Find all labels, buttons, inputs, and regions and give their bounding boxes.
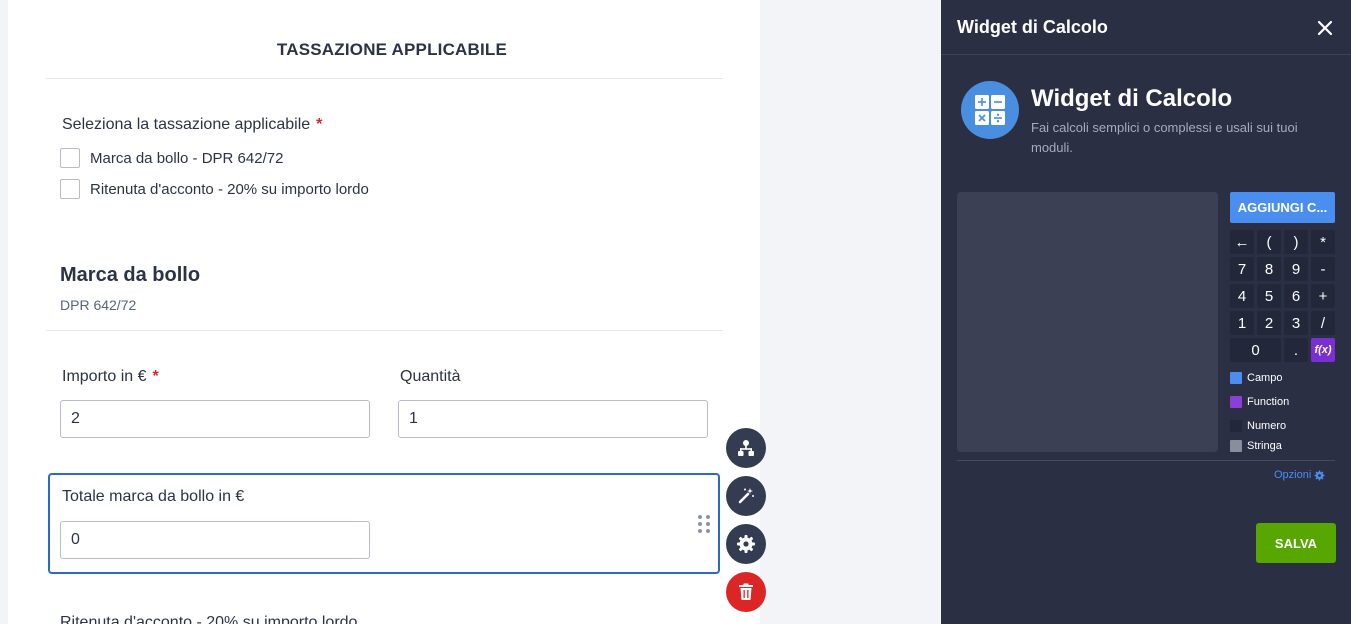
- key-function[interactable]: f(x): [1311, 338, 1335, 362]
- legend-swatch: [1230, 396, 1242, 408]
- checkbox-marca-bollo[interactable]: [60, 148, 80, 168]
- divider: [46, 78, 723, 79]
- key-minus[interactable]: -: [1311, 257, 1335, 281]
- delete-button[interactable]: [726, 572, 766, 612]
- amount-label-text: Importo in €: [62, 368, 147, 385]
- option-label: Ritenuta d'acconto - 20% su importo lord…: [90, 180, 369, 198]
- legend-label: Campo: [1247, 372, 1283, 384]
- add-field-button[interactable]: AGGIUNGI C...: [1230, 192, 1335, 223]
- trash-icon: [739, 583, 753, 600]
- tax-question-label: Seleziona la tassazione applicabile *: [62, 116, 322, 134]
- key-plus[interactable]: +: [1311, 284, 1335, 308]
- calculator-icon: [975, 95, 1005, 125]
- required-mark: *: [316, 116, 323, 133]
- key-divide[interactable]: /: [1311, 311, 1335, 335]
- tax-question-text: Seleziona la tassazione applicabile: [62, 116, 311, 133]
- key-backspace[interactable]: ←: [1230, 230, 1254, 254]
- key-5[interactable]: 5: [1257, 284, 1281, 308]
- legend-numero: Numero: [1230, 419, 1286, 433]
- settings-button[interactable]: [726, 524, 766, 564]
- legend-stringa: Stringa: [1230, 439, 1282, 453]
- wand-icon: [738, 488, 754, 504]
- close-icon[interactable]: [1315, 18, 1335, 38]
- save-button[interactable]: SALVA: [1256, 523, 1336, 563]
- cut-off-label: Ritenuta d'acconto - 20% su importo lord…: [60, 614, 358, 624]
- key-open-paren[interactable]: (: [1257, 230, 1281, 254]
- total-input[interactable]: 0: [60, 521, 370, 559]
- legend-campo: Campo: [1230, 371, 1282, 385]
- checkbox-ritenuta[interactable]: [60, 179, 80, 199]
- required-mark: *: [152, 368, 159, 385]
- magic-button[interactable]: [726, 476, 766, 516]
- legend-label: Function: [1247, 396, 1290, 408]
- option-label: Marca da bollo - DPR 642/72: [90, 149, 284, 167]
- key-6[interactable]: 6: [1284, 284, 1308, 308]
- key-2[interactable]: 2: [1257, 311, 1281, 335]
- legend-swatch: [1230, 372, 1242, 384]
- widget-logo: [961, 81, 1019, 139]
- option-ritenuta[interactable]: Ritenuta d'acconto - 20% su importo lord…: [60, 179, 369, 199]
- formula-editor[interactable]: [957, 192, 1218, 452]
- key-dot[interactable]: .: [1284, 338, 1308, 362]
- key-3[interactable]: 3: [1284, 311, 1308, 335]
- amount-input[interactable]: 2: [60, 400, 370, 438]
- key-multiply[interactable]: *: [1311, 230, 1335, 254]
- drag-handle-icon[interactable]: [698, 515, 710, 533]
- key-8[interactable]: 8: [1257, 257, 1281, 281]
- form-card: TASSAZIONE APPLICABILE Seleziona la tass…: [8, 0, 760, 624]
- section-subheading: DPR 642/72: [60, 297, 137, 313]
- panel-title: Widget di Calcolo: [957, 17, 1108, 37]
- key-0[interactable]: 0: [1230, 338, 1281, 362]
- amount-label: Importo in € *: [62, 368, 159, 386]
- option-marca-bollo[interactable]: Marca da bollo - DPR 642/72: [60, 148, 283, 168]
- widget-description: Fai calcoli semplici o complessi e usali…: [1031, 120, 1298, 155]
- key-4[interactable]: 4: [1230, 284, 1254, 308]
- key-7[interactable]: 7: [1230, 257, 1254, 281]
- key-close-paren[interactable]: ): [1284, 230, 1308, 254]
- widget-name: Widget di Calcolo: [1031, 85, 1233, 112]
- quantity-input[interactable]: 1: [398, 400, 708, 438]
- quantity-label: Quantità: [400, 368, 461, 385]
- conditions-button[interactable]: [726, 428, 766, 468]
- gear-icon: [737, 535, 755, 553]
- legend-label: Numero: [1247, 420, 1287, 432]
- flow-icon: [738, 440, 754, 456]
- key-9[interactable]: 9: [1284, 257, 1308, 281]
- panel-divider: [957, 460, 1335, 461]
- section-heading: Marca da bollo: [60, 264, 201, 286]
- key-1[interactable]: 1: [1230, 311, 1254, 335]
- legend-swatch: [1230, 440, 1242, 452]
- gear-icon: [1314, 470, 1325, 480]
- legend-label: Stringa: [1247, 440, 1282, 452]
- total-label: Totale marca da bollo in €: [62, 488, 245, 505]
- divider: [46, 330, 723, 331]
- options-link[interactable]: Opzioni: [1274, 469, 1325, 481]
- panel-header: Widget di Calcolo: [941, 0, 1351, 55]
- legend-swatch: [1230, 420, 1242, 432]
- calc-widget-panel: Widget di Calcolo Widget di Calcolo Fai …: [941, 0, 1351, 624]
- section-title: TASSAZIONE APPLICABILE: [276, 40, 508, 59]
- legend-function: Function: [1230, 395, 1289, 409]
- options-label: Opzioni: [1274, 469, 1312, 481]
